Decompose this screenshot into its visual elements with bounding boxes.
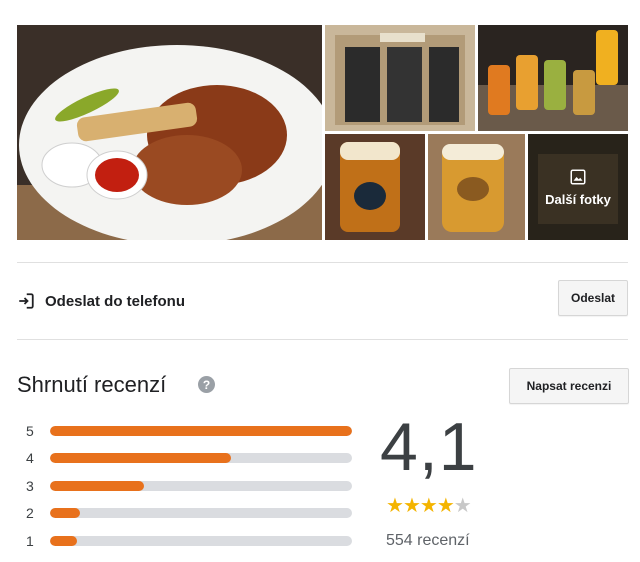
photo-main-food[interactable]	[17, 25, 322, 240]
photo-beer-2[interactable]	[428, 134, 525, 240]
rating-bar-track	[50, 481, 352, 491]
rating-bar-fill	[50, 508, 81, 518]
rating-bar-fill	[50, 426, 352, 436]
rating-bar-track	[50, 536, 352, 546]
average-score: 4,1	[380, 409, 478, 485]
rating-bar-track	[50, 426, 352, 436]
help-icon[interactable]: ?	[198, 376, 215, 393]
rating-bar-track	[50, 508, 352, 518]
rating-row: 4	[26, 450, 356, 466]
write-review-button[interactable]: Napsat recenzi	[509, 368, 629, 404]
divider-top	[17, 262, 628, 263]
rating-star-number: 1	[26, 533, 34, 549]
send-to-phone-row: Odeslat do telefonu	[17, 285, 628, 317]
rating-star-number: 5	[26, 423, 34, 439]
review-count[interactable]: 554 recenzí	[386, 532, 470, 550]
rating-star-number: 4	[26, 450, 34, 466]
rating-bar-fill	[50, 453, 232, 463]
rating-row: 5	[26, 423, 356, 439]
divider-middle	[17, 339, 628, 340]
star-full-icon: ★	[386, 495, 404, 517]
more-photos-overlay[interactable]: Další fotky	[528, 134, 628, 240]
photo-beer-1[interactable]	[325, 134, 425, 240]
rating-row: 3	[26, 478, 356, 494]
photo-restaurant-entrance[interactable]	[325, 25, 475, 131]
send-button[interactable]: Odeslat	[558, 280, 628, 316]
star-full-icon: ★	[402, 495, 421, 517]
send-to-device-icon	[19, 293, 34, 309]
photo-library-icon	[570, 169, 586, 184]
reviews-summary-title: Shrnutí recenzí	[17, 372, 167, 397]
send-to-phone-label: Odeslat do telefonu	[45, 292, 186, 310]
rating-row: 1	[26, 533, 356, 549]
photo-more[interactable]: Další fotky	[528, 134, 628, 240]
photo-cocktails[interactable]	[478, 25, 628, 131]
star-full-icon: ★	[436, 495, 455, 517]
more-photos-label: Další fotky	[545, 191, 611, 207]
rating-bar-track	[50, 453, 352, 463]
star-full-icon: ★	[419, 495, 438, 517]
rating-bar-fill	[50, 481, 144, 491]
star-empty-icon: ★	[453, 495, 472, 517]
rating-star-number: 2	[26, 505, 34, 521]
star-rating: ★★★★★	[386, 493, 472, 518]
rating-star-number: 3	[26, 478, 34, 494]
rating-bar-fill	[50, 536, 78, 546]
rating-row: 2	[26, 505, 356, 521]
